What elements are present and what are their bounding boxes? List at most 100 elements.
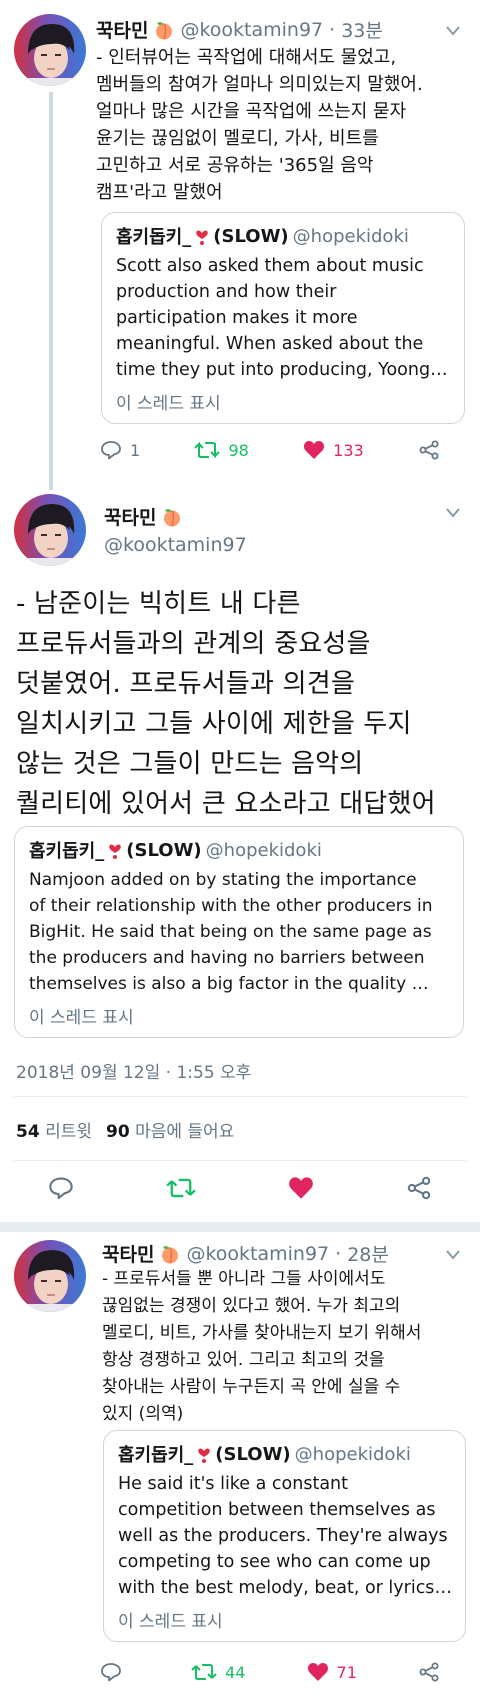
retweet-button[interactable] <box>166 1176 196 1204</box>
separator-dot: · <box>329 18 336 41</box>
quoted-tweet[interactable]: 홉키돕키_ (SLOW) @hopekidoki He said it's li… <box>103 1430 466 1642</box>
tweet-text: - 인터뷰어는 곡작업에 대해서도 물었고, 멤버들의 참여가 얼마나 의미있는… <box>96 47 423 203</box>
display-name[interactable]: 꾹타민 <box>102 1240 154 1267</box>
quoted-text-line: production and how their <box>116 282 337 302</box>
chevron-down-icon[interactable] <box>446 508 460 522</box>
show-thread-link[interactable]: 이 스레드 표시 <box>118 1607 223 1632</box>
engagement-stats: 54 리트윗 90 마음에 들어요 <box>16 1117 234 1142</box>
share-button[interactable] <box>418 1662 440 1682</box>
retweet-stat[interactable]: 54 리트윗 <box>16 1117 92 1142</box>
avatar[interactable] <box>14 494 86 566</box>
quoted-handle: @hopekidoki <box>292 225 409 247</box>
display-name[interactable]: 꾹타민 <box>104 503 156 530</box>
avatar[interactable] <box>14 14 86 86</box>
like-stat-label: 마음에 들어요 <box>135 1122 235 1142</box>
like-button[interactable] <box>288 1176 314 1204</box>
quoted-handle: @hopekidoki <box>294 1443 411 1465</box>
quoted-name-suffix: (SLOW) <box>215 1443 291 1465</box>
like-stat[interactable]: 90 마음에 들어요 <box>106 1117 234 1142</box>
share-button[interactable] <box>418 440 440 460</box>
quoted-name-suffix: (SLOW) <box>126 839 202 861</box>
quoted-text-line: Scott also asked them about music <box>116 256 424 276</box>
quoted-tweet[interactable]: 홉키돕키_ (SLOW) @hopekidoki Namjoon added o… <box>14 826 464 1038</box>
quoted-handle: @hopekidoki <box>205 839 322 861</box>
tweet-timestamp[interactable]: 2018년 09월 12일 · 1:55 오후 <box>16 1058 251 1083</box>
like-button[interactable]: 71 <box>307 1662 357 1682</box>
share-icon <box>418 440 440 460</box>
quoted-text-line: with the best melody, beat, or lyrics,… <box>118 1578 454 1598</box>
tweet-header-handle: @kooktamin97 <box>104 534 247 556</box>
tweet-time[interactable]: 28분 <box>347 1240 389 1267</box>
reply-icon <box>49 1177 73 1200</box>
quoted-text-line: competition between themselves as <box>118 1500 436 1520</box>
thread-connector <box>49 92 53 490</box>
like-count: 71 <box>336 1662 357 1682</box>
heart-icon <box>307 1662 329 1682</box>
share-icon <box>407 1176 431 1200</box>
like-button[interactable]: 133 <box>303 440 364 460</box>
divider <box>14 1096 466 1097</box>
quoted-text-line: meaningful. When asked about the <box>116 334 424 354</box>
tweet-text: - 남준이는 빅히트 내 다른 프로듀서들과의 관계의 중요성을 덧붙였어. 프… <box>16 589 436 819</box>
retweet-button[interactable]: 44 <box>191 1662 245 1682</box>
user-handle[interactable]: @kooktamin97 <box>186 1243 329 1265</box>
reply-button[interactable]: 1 <box>100 440 140 460</box>
quoted-text-line: themselves is also a big factor in the q… <box>29 974 429 994</box>
retweet-stat-count: 54 <box>16 1122 40 1142</box>
quoted-text-line: competing to see who can come up <box>118 1552 431 1572</box>
tweet-header: 꾹타민 @kooktamin97 · 33분 <box>96 16 383 43</box>
tweet-text: - 프로듀서들 뿐 아니라 그들 사이에서도 끊임없는 경쟁이 있다고 했어. … <box>102 1269 422 1424</box>
section-divider <box>0 1222 480 1232</box>
quoted-tweet-header: 홉키돕키_ (SLOW) @hopekidoki <box>118 1441 411 1467</box>
reply-icon <box>100 440 122 460</box>
red-heart-emoji-icon <box>195 227 209 245</box>
show-thread-link[interactable]: 이 스레드 표시 <box>29 1003 134 1028</box>
tweet-actions: 44 71 <box>100 1662 440 1682</box>
retweet-stat-label: 리트윗 <box>45 1122 92 1142</box>
separator-dot: · <box>335 1242 342 1265</box>
user-handle[interactable]: @kooktamin97 <box>104 534 247 556</box>
red-heart-emoji-icon <box>108 841 122 859</box>
like-count: 133 <box>333 440 364 460</box>
red-heart-emoji-icon <box>197 1445 211 1463</box>
tweet-actions <box>48 1176 432 1204</box>
quoted-tweet[interactable]: 홉키돕키_ (SLOW) @hopekidoki Scott also aske… <box>101 212 465 424</box>
like-stat-count: 90 <box>106 1122 130 1142</box>
quoted-display-name: 홉키돕키_ <box>118 1445 194 1466</box>
quoted-display-name: 홉키돕키_ <box>116 227 192 248</box>
quoted-text-line: BigHit. He said that being on the same p… <box>29 922 432 942</box>
retweet-icon <box>191 1662 217 1682</box>
quoted-text-line: He said it's like a constant <box>118 1474 349 1494</box>
avatar[interactable] <box>14 1240 86 1312</box>
reply-button[interactable] <box>48 1176 74 1204</box>
quoted-text: Namjoon added on by stating the importan… <box>29 867 453 997</box>
tweet-time[interactable]: 33분 <box>341 16 383 43</box>
share-button[interactable] <box>406 1176 432 1204</box>
quoted-text-line: of their relationship with the other pro… <box>29 896 433 916</box>
tweet-header: 꾹타민 @kooktamin97 · 28분 <box>102 1240 389 1267</box>
show-thread-link[interactable]: 이 스레드 표시 <box>116 389 221 414</box>
heart-icon <box>303 440 325 460</box>
retweet-count: 44 <box>225 1662 246 1682</box>
retweet-count: 98 <box>228 440 249 460</box>
retweet-icon <box>166 1178 196 1198</box>
quoted-tweet-header: 홉키돕키_ (SLOW) @hopekidoki <box>29 837 322 863</box>
display-name[interactable]: 꾹타민 <box>96 16 148 43</box>
share-icon <box>418 1662 440 1682</box>
quoted-text-line: time they put into producing, Yoongi… <box>116 360 452 380</box>
retweet-button[interactable]: 98 <box>194 440 249 460</box>
chevron-down-icon[interactable] <box>446 1250 460 1264</box>
quoted-text: Scott also asked them about music produc… <box>116 253 452 383</box>
tweet-actions: 1 98 133 <box>100 440 440 460</box>
reply-count: 1 <box>130 440 141 460</box>
quoted-text-line: the producers and having no barriers bet… <box>29 948 425 968</box>
reply-button[interactable] <box>100 1662 130 1682</box>
user-handle[interactable]: @kooktamin97 <box>180 19 323 41</box>
chevron-down-icon[interactable] <box>446 26 460 40</box>
divider <box>14 1160 466 1161</box>
tweet-header-name: 꾹타민 <box>104 503 182 530</box>
peach-emoji-icon <box>154 20 174 40</box>
heart-icon <box>289 1177 313 1199</box>
peach-emoji-icon <box>162 507 182 527</box>
quoted-text-line: well as the producers. They're always <box>118 1526 448 1546</box>
